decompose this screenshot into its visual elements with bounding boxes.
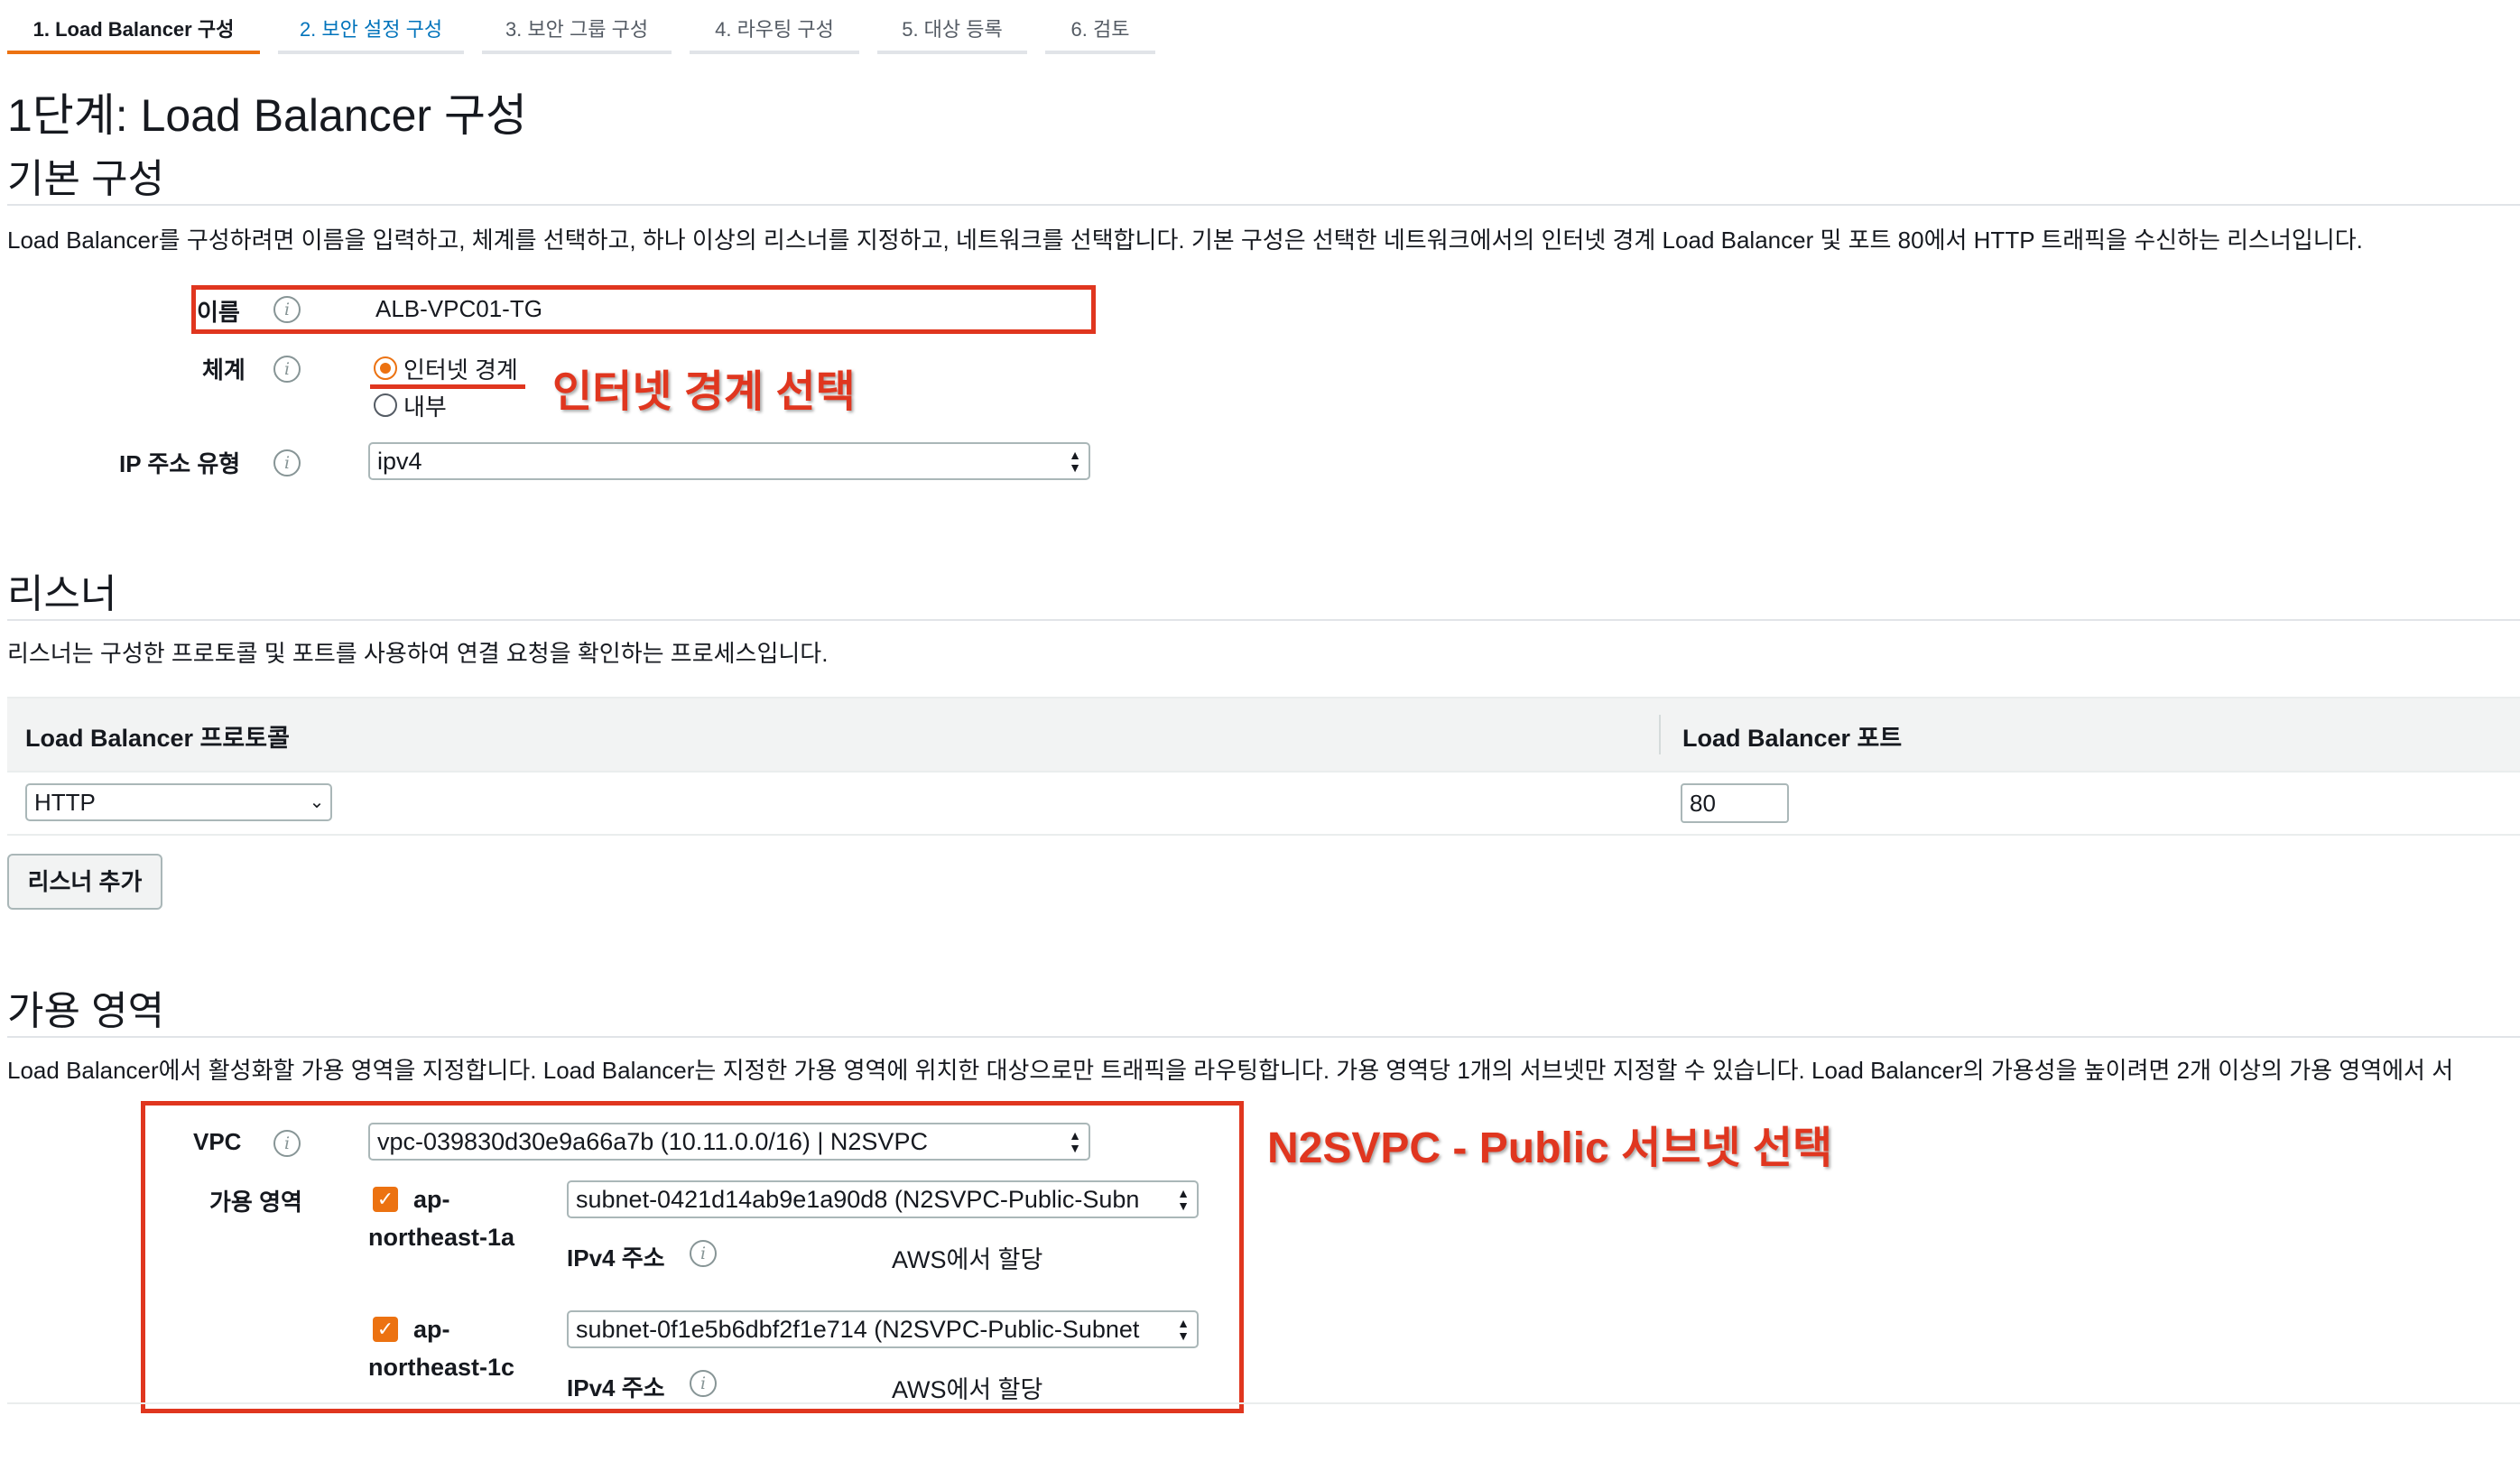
protocol-select[interactable]: HTTP ⌄: [25, 783, 332, 821]
divider: [7, 834, 2520, 836]
name-highlight-box: [191, 285, 1096, 334]
ip-type-label: IP 주소 유형: [119, 450, 241, 477]
az-title: 가용 영역: [7, 989, 165, 1033]
column-separator: [1659, 715, 1661, 754]
divider: [7, 1036, 2520, 1038]
protocol-column-header: Load Balancer 프로토콜: [25, 725, 290, 752]
scheme-internet-facing-radio[interactable]: [374, 356, 397, 380]
port-column-header: Load Balancer 포트: [1682, 725, 1903, 752]
az-description: Load Balancer에서 활성화할 가용 영역을 지정합니다. Load …: [7, 1057, 2454, 1084]
chevron-down-icon: ⌄: [309, 785, 325, 819]
vpc-highlight-box: [141, 1101, 1244, 1413]
listeners-title: 리스너: [7, 572, 117, 616]
scheme-underline: [370, 384, 525, 389]
divider: [7, 204, 2520, 206]
divider: [7, 619, 2520, 621]
divider: [7, 1402, 2520, 1404]
tab-load-balancer-config[interactable]: 1. Load Balancer 구성: [7, 0, 260, 54]
vpc-annotation: N2SVPC - Public 서브넷 선택: [1267, 1124, 1833, 1172]
scheme-internal-radio[interactable]: [374, 393, 397, 417]
ip-type-select[interactable]: ipv4 ▲ ▼: [368, 442, 1090, 480]
listener-table-header: Load Balancer 프로토콜 Load Balancer 포트: [7, 697, 2520, 773]
select-arrows-icon: ▲ ▼: [1067, 444, 1083, 478]
listeners-description: 리스너는 구성한 프로토콜 및 포트를 사용하여 연결 요청을 확인하는 프로세…: [7, 640, 829, 667]
basic-config-title: 기본 구성: [7, 157, 165, 201]
page-title: 1단계: Load Balancer 구성: [7, 90, 527, 141]
scheme-annotation: 인터넷 경계 선택: [552, 368, 856, 416]
scheme-label: 체계: [202, 356, 246, 384]
protocol-value: HTTP: [34, 789, 96, 816]
scheme-info-icon[interactable]: i: [273, 356, 301, 383]
ip-type-value: ipv4: [377, 448, 422, 475]
tab-security-settings[interactable]: 2. 보안 설정 구성: [278, 0, 464, 54]
ip-type-info-icon[interactable]: i: [273, 449, 301, 476]
tab-security-groups[interactable]: 3. 보안 그룹 구성: [482, 0, 672, 54]
add-listener-button[interactable]: 리스너 추가: [7, 854, 162, 910]
scheme-internal-label: 내부: [403, 393, 447, 421]
tab-review[interactable]: 6. 검토: [1045, 0, 1155, 54]
basic-config-description: Load Balancer를 구성하려면 이름을 입력하고, 체계를 선택하고,…: [7, 227, 2363, 254]
tab-register-targets[interactable]: 5. 대상 등록: [877, 0, 1027, 54]
port-input[interactable]: 80: [1681, 783, 1789, 823]
scheme-internet-facing-label: 인터넷 경계: [403, 356, 518, 384]
tab-routing[interactable]: 4. 라우팅 구성: [690, 0, 859, 54]
